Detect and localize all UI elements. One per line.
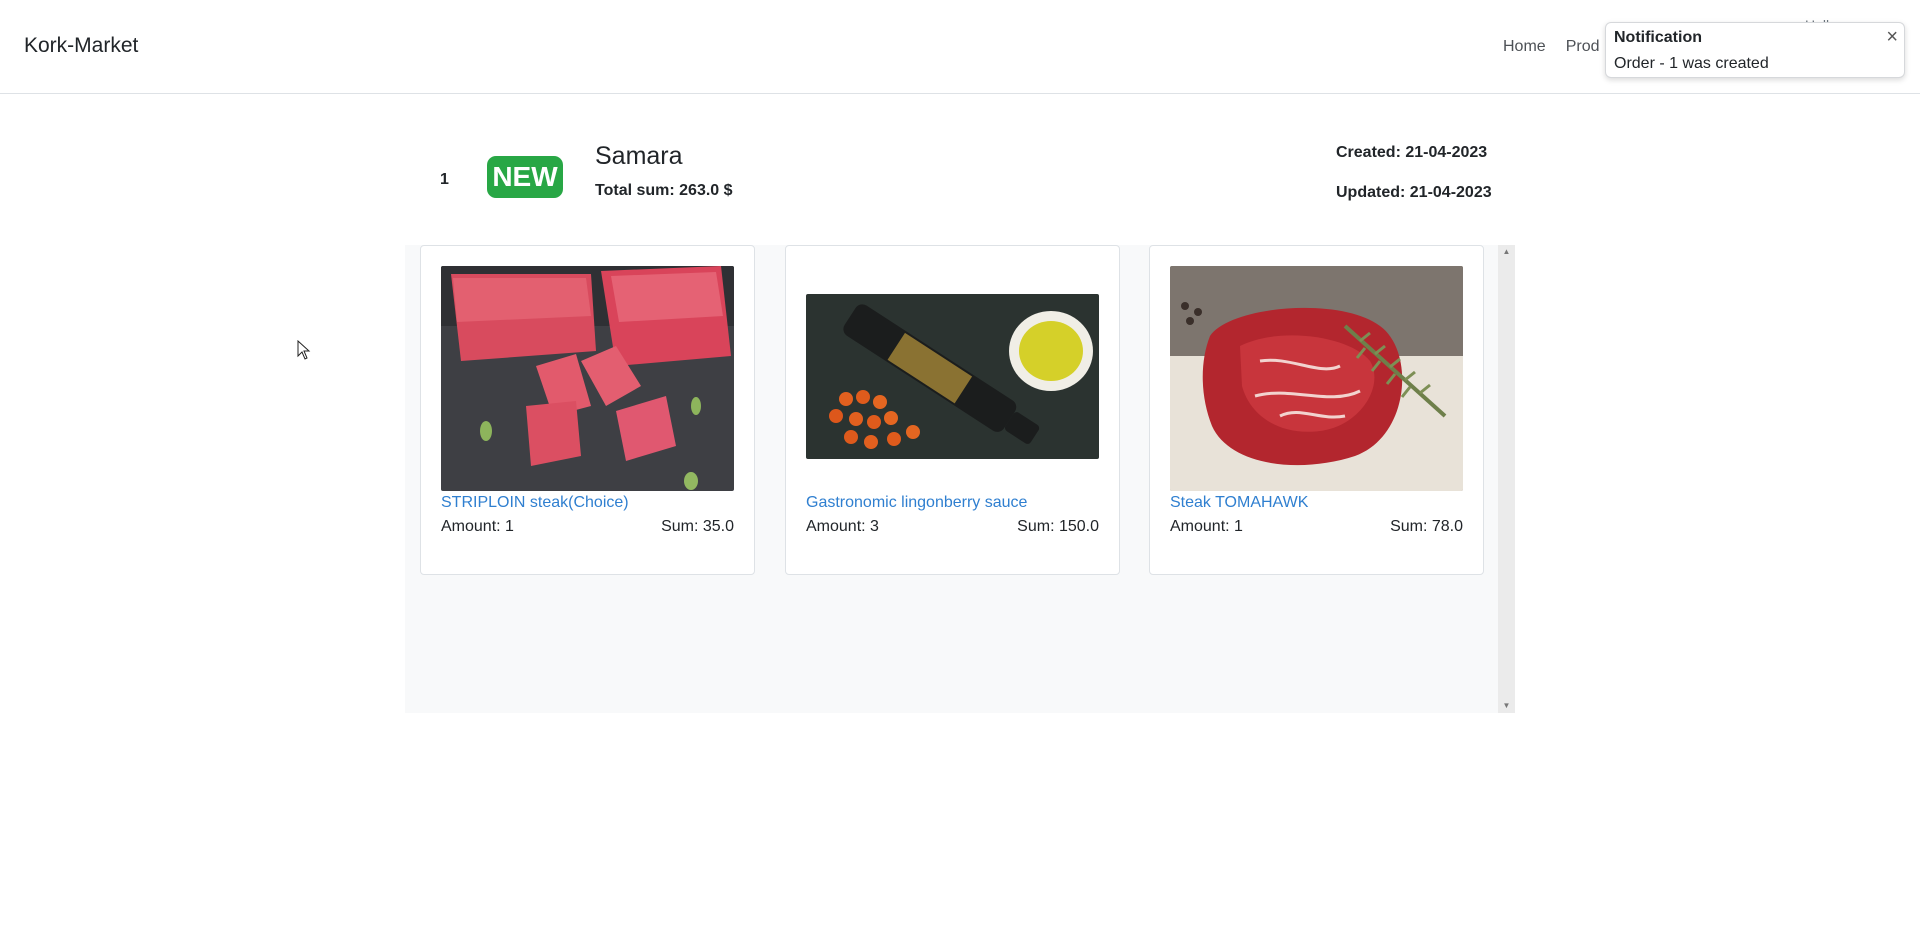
nav-links: Home Prod	[1503, 38, 1599, 56]
nav-home[interactable]: Home	[1503, 38, 1546, 56]
product-sum: Sum: 35.0	[661, 518, 734, 535]
notification-title: Notification	[1614, 29, 1702, 46]
scroll-down-icon[interactable]: ▼	[1498, 699, 1515, 713]
product-sum: Sum: 150.0	[1017, 518, 1099, 535]
product-name-link[interactable]: STRIPLOIN steak(Choice)	[441, 494, 629, 512]
product-name-link[interactable]: Gastronomic lingonberry sauce	[806, 494, 1027, 512]
order-item-card: Steak TOMAHAWK Amount: 1 Sum: 78.0	[1149, 245, 1484, 575]
product-amount: Amount: 1	[441, 518, 514, 535]
product-sum: Sum: 78.0	[1390, 518, 1463, 535]
product-name-link[interactable]: Steak TOMAHAWK	[1170, 494, 1308, 512]
product-image-ribeye-steak	[1170, 266, 1463, 491]
mouse-cursor-icon	[297, 339, 311, 365]
order-city: Samara	[595, 142, 683, 170]
nav-products[interactable]: Prod	[1566, 38, 1600, 56]
order-id: 1	[440, 171, 449, 188]
order-item-card: STRIPLOIN steak(Choice) Amount: 1 Sum: 3…	[420, 245, 755, 575]
product-image-sauce-bottle	[806, 294, 1099, 459]
product-amount: Amount: 1	[1170, 518, 1243, 535]
scrollbar[interactable]: ▲ ▼	[1498, 245, 1515, 713]
brand-logo[interactable]: Kork-Market	[24, 34, 138, 58]
status-badge: NEW	[487, 156, 563, 198]
close-icon[interactable]: ×	[1886, 25, 1898, 49]
order-created-date: Created: 21-04-2023	[1336, 144, 1488, 161]
order-item-card: Gastronomic lingonberry sauce Amount: 3 …	[785, 245, 1120, 575]
notification-message: Order - 1 was created	[1614, 55, 1769, 72]
notification-toast: Notification × Order - 1 was created	[1605, 22, 1905, 78]
product-amount: Amount: 3	[806, 518, 879, 535]
scroll-up-icon[interactable]: ▲	[1498, 245, 1515, 259]
order-total: Total sum: 263.0 $	[595, 182, 733, 199]
order-updated-date: Updated: 21-04-2023	[1336, 184, 1492, 201]
product-image-tuna-steaks	[441, 266, 734, 491]
